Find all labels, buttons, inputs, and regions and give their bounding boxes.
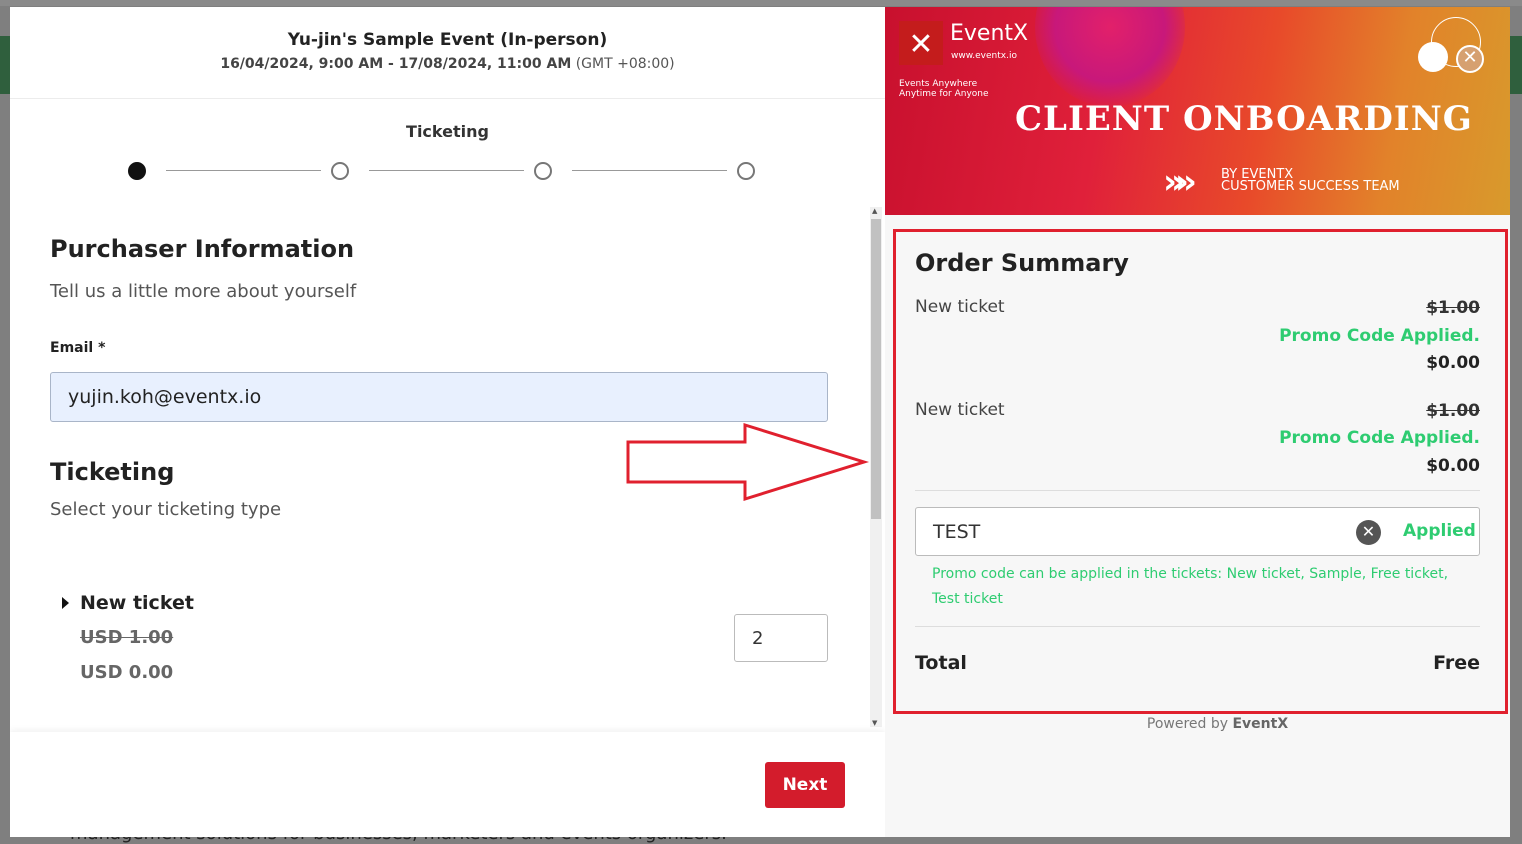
banner-dot-decoration <box>1418 42 1448 72</box>
ticketing-subheading: Select your ticketing type <box>50 499 282 520</box>
summary-item-price: $0.00 <box>1426 353 1480 373</box>
registration-form-panel: Yu-jin's Sample Event (In-person) 16/04/… <box>10 7 885 837</box>
scroll-up-icon[interactable]: ▲ <box>872 207 877 215</box>
powered-by-prefix: Powered by <box>1146 716 1229 732</box>
eventx-logo: ✕ <box>899 21 943 65</box>
total-value: Free <box>1433 652 1480 674</box>
clear-promo-icon[interactable]: ✕ <box>1356 520 1381 545</box>
banner-title: CLIENT ONBOARDING <box>1015 99 1473 139</box>
byline-line-2: CUSTOMER SUCCESS TEAM <box>1221 179 1400 194</box>
event-date: 16/04/2024, 9:00 AM - 17/08/2024, 11:00 … <box>10 56 885 72</box>
step-1-dot <box>128 162 146 180</box>
next-button[interactable]: Next <box>765 762 845 808</box>
promo-code-input[interactable]: TEST ✕ Applied <box>915 507 1480 556</box>
logo-x-icon: ✕ <box>908 27 934 62</box>
total-label: Total <box>915 652 967 674</box>
chevrons-icon: »» <box>1163 162 1197 202</box>
ticket-row-new-ticket: New ticket USD 1.00 USD 0.00 <box>50 592 830 683</box>
ticket-name: New ticket <box>80 592 194 614</box>
banner-byline: BY EVENTX CUSTOMER SUCCESS TEAM <box>1221 168 1400 194</box>
event-title: Yu-jin's Sample Event (In-person) <box>287 30 608 50</box>
step-label: Ticketing <box>406 122 489 141</box>
powered-by-brand: EventX <box>1232 716 1289 732</box>
ticket-original-price: USD 1.00 <box>80 627 174 648</box>
form-footer: Next <box>10 732 885 837</box>
event-header: Yu-jin's Sample Event (In-person) 16/04/… <box>10 7 885 99</box>
step-3-dot <box>534 162 552 180</box>
close-icon[interactable]: ✕ <box>1456 45 1484 73</box>
progress-stepper <box>128 162 758 180</box>
promo-code-value: TEST <box>933 521 981 543</box>
ticket-quantity-input[interactable] <box>734 614 828 662</box>
purchaser-heading: Purchaser Information <box>50 235 355 263</box>
scroll-down-icon[interactable]: ▼ <box>872 719 877 727</box>
summary-item-promo-status: Promo Code Applied. <box>1279 428 1480 448</box>
order-summary-panel: ✕ EventX www.eventx.io Events Anywhere A… <box>885 7 1510 837</box>
summary-item-original-price: $1.00 <box>1426 401 1480 421</box>
step-connector <box>166 170 321 171</box>
step-connector <box>572 170 727 171</box>
summary-item-promo-status: Promo Code Applied. <box>1279 326 1480 346</box>
summary-item-name: New ticket <box>915 297 1005 317</box>
ticketing-heading: Ticketing <box>50 458 175 486</box>
summary-divider <box>915 490 1480 491</box>
summary-item-original-price: $1.00 <box>1426 298 1480 318</box>
summary-item-price: $0.00 <box>1426 456 1480 476</box>
applied-label: Applied <box>1403 521 1476 541</box>
step-2-dot <box>331 162 349 180</box>
summary-item-name: New ticket <box>915 400 1005 420</box>
brand-tagline: Events Anywhere Anytime for Anyone <box>899 79 989 99</box>
event-timezone: (GMT +08:00) <box>575 56 675 72</box>
ticket-discounted-price: USD 0.00 <box>80 662 174 683</box>
summary-divider <box>915 626 1480 627</box>
brand-name: EventX <box>950 21 1029 46</box>
registration-modal: Yu-jin's Sample Event (In-person) 16/04/… <box>10 7 1510 837</box>
step-connector <box>369 170 524 171</box>
event-date-range: 16/04/2024, 9:00 AM - 17/08/2024, 11:00 … <box>220 56 572 72</box>
email-field[interactable] <box>50 372 828 422</box>
event-banner: ✕ EventX www.eventx.io Events Anywhere A… <box>885 7 1510 215</box>
purchaser-subheading: Tell us a little more about yourself <box>50 281 357 302</box>
annotation-arrow-icon <box>626 422 870 502</box>
banner-decoration <box>1035 7 1185 107</box>
brand-url: www.eventx.io <box>951 51 1017 61</box>
background-topbar <box>0 0 1522 6</box>
powered-by: Powered by EventX <box>885 716 1510 732</box>
email-label: Email * <box>50 340 106 356</box>
step-4-dot <box>737 162 755 180</box>
scrollbar-thumb[interactable] <box>871 219 881 519</box>
promo-note: Promo code can be applied in the tickets… <box>932 566 1449 607</box>
expand-caret-icon[interactable] <box>62 597 69 609</box>
order-summary-heading: Order Summary <box>915 249 1129 277</box>
